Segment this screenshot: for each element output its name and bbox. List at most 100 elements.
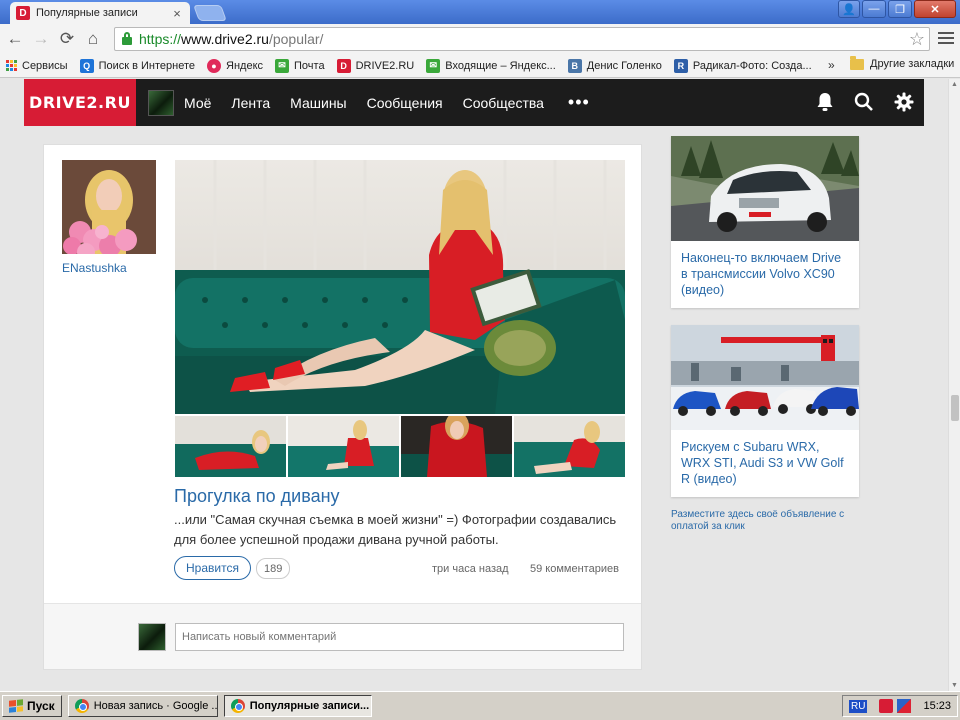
tab-title: Популярные записи — [36, 7, 138, 19]
drive2-favicon: D — [16, 6, 30, 20]
tab-close-icon[interactable]: × — [170, 6, 184, 21]
post-thumbnails — [175, 416, 625, 477]
author-avatar[interactable] — [62, 160, 156, 254]
bookmark-yandex[interactable]: ● Яндекс — [207, 58, 264, 73]
post-timestamp: три часа назад — [432, 563, 509, 575]
bookmarks-more-button[interactable]: » — [828, 58, 835, 72]
bookmark-label: DRIVE2.RU — [355, 59, 415, 72]
avatar — [138, 623, 166, 651]
photo-thumbnail[interactable] — [288, 416, 399, 477]
post-card: ENastushka Прогулка по дивану ...или "Са… — [43, 144, 642, 670]
photo-thumbnail[interactable] — [175, 416, 286, 477]
close-window-button[interactable]: ✕ — [914, 0, 956, 18]
nav-more-button[interactable]: ••• — [568, 92, 590, 113]
search-icon[interactable] — [854, 92, 874, 112]
bookmark-label: Яндекс — [226, 59, 264, 72]
search-icon: Q — [79, 58, 94, 73]
bookmarks-bar: Сервисы Q Поиск в Интернете ● Яндекс ✉ П… — [0, 54, 960, 78]
tab-active[interactable]: D Популярные записи × — [10, 2, 190, 24]
other-bookmarks-label: Другие закладки — [870, 58, 955, 70]
ad-image[interactable] — [671, 136, 859, 241]
nav-item-cars[interactable]: Машины — [290, 95, 346, 111]
scroll-up-arrow-icon[interactable]: ▲ — [951, 81, 958, 88]
comments-link[interactable]: 59 комментариев — [530, 563, 619, 575]
new-tab-button[interactable] — [193, 5, 227, 21]
post-title[interactable]: Прогулка по дивану — [174, 486, 340, 507]
bookmark-label: Поиск в Интернете — [98, 59, 196, 72]
other-bookmarks-folder[interactable]: Другие закладки — [850, 55, 955, 70]
address-bar[interactable]: https://www.drive2.ru/popular/ ☆ — [114, 27, 930, 51]
chrome-menu-icon[interactable] — [938, 28, 954, 48]
taskbar-item-active[interactable]: Популярные записи... — [223, 695, 372, 717]
bookmark-vk[interactable]: B Денис Голенко — [567, 58, 662, 73]
scrollbar-thumb[interactable] — [951, 395, 959, 421]
bookmark-star-icon[interactable]: ☆ — [909, 28, 925, 50]
home-button[interactable]: ⌂ — [80, 26, 106, 52]
chrome-icon — [230, 699, 245, 713]
browser-tab-strip: D Популярные записи × 👤 — ❐ ✕ — [0, 0, 960, 24]
taskbar-item[interactable]: Новая запись · Google ... — [67, 695, 218, 717]
antivirus-icon[interactable] — [879, 699, 894, 713]
nav-item-mine[interactable]: Моё — [184, 95, 211, 111]
bookmark-apps[interactable]: Сервисы — [6, 60, 68, 72]
advertise-link[interactable]: Разместите здесь своё объявление с оплат… — [671, 509, 861, 533]
taskbar-item-label: Новая запись · Google ... — [93, 700, 218, 712]
minimize-button[interactable]: — — [862, 0, 886, 18]
mail-icon: ✉ — [426, 58, 441, 73]
photo-thumbnail[interactable] — [401, 416, 512, 477]
sidebar-ad-card[interactable]: Наконец-то включаем Drive в трансмиссии … — [671, 136, 859, 308]
nav-item-communities[interactable]: Сообщества — [463, 95, 544, 111]
ad-headline[interactable]: Наконец-то включаем Drive в трансмиссии … — [671, 241, 859, 298]
bookmark-label: Радикал-Фото: Созда... — [692, 59, 812, 72]
start-button[interactable]: Пуск — [2, 695, 62, 717]
windows-taskbar: Пуск Новая запись · Google ... Популярны… — [0, 691, 960, 720]
ad-image[interactable] — [671, 325, 859, 430]
gear-icon[interactable] — [894, 92, 914, 112]
bell-icon[interactable] — [816, 92, 834, 112]
url-text: https://www.drive2.ru/popular/ — [139, 31, 324, 47]
bookmark-inbox[interactable]: ✉ Входящие – Яндекс... — [426, 58, 556, 73]
restore-button[interactable]: ❐ — [888, 0, 912, 18]
bookmark-radikal[interactable]: R Радикал-Фото: Созда... — [673, 58, 812, 73]
bookmark-drive2[interactable]: D DRIVE2.RU — [336, 58, 415, 73]
window-controls: 👤 — ❐ ✕ — [838, 0, 956, 18]
vk-icon: B — [567, 58, 582, 73]
site-logo[interactable]: DRIVE2.RU — [24, 79, 136, 126]
bookmark-search[interactable]: Q Поиск в Интернете — [79, 58, 196, 73]
language-indicator[interactable]: RU — [849, 699, 868, 713]
reload-button[interactable]: ⟳ — [54, 26, 80, 52]
post-excerpt: ...или "Самая скучная съемка в моей жизн… — [174, 512, 617, 547]
bookmark-label: Денис Голенко — [586, 59, 662, 72]
lock-icon — [121, 32, 133, 46]
nav-item-messages[interactable]: Сообщения — [367, 95, 443, 111]
bookmark-mail[interactable]: ✉ Почта — [275, 58, 325, 73]
post-main-photo[interactable] — [175, 160, 625, 414]
ad-headline[interactable]: Рискуем с Subaru WRX, WRX STI, Audi S3 и… — [671, 430, 859, 487]
comment-form — [44, 604, 641, 669]
author-name[interactable]: ENastushka — [62, 261, 127, 275]
site-header: DRIVE2.RU Моё Лента Машины Сообщения Соо… — [24, 79, 924, 126]
like-count-badge: 189 — [256, 558, 291, 579]
user-car-avatar[interactable] — [148, 89, 174, 116]
bookmark-label: Почта — [294, 59, 325, 72]
like-button[interactable]: Нравится — [174, 556, 251, 580]
back-button[interactable]: ← — [2, 26, 28, 52]
bookmark-label: Входящие – Яндекс... — [445, 59, 556, 72]
yandex-icon: ● — [207, 58, 222, 73]
header-actions — [816, 92, 914, 112]
forward-button[interactable]: → — [28, 26, 54, 52]
apps-icon — [6, 60, 17, 71]
page-scrollbar[interactable]: ▲ ▼ — [948, 79, 960, 691]
scroll-down-arrow-icon[interactable]: ▼ — [951, 682, 958, 689]
network-icon[interactable] — [897, 699, 912, 713]
clock: 15:23 — [923, 700, 951, 712]
user-icon[interactable]: 👤 — [838, 0, 860, 18]
mail-icon: ✉ — [275, 58, 290, 73]
sidebar-ad-card[interactable]: Рискуем с Subaru WRX, WRX STI, Audi S3 и… — [671, 325, 859, 497]
nav-item-feed[interactable]: Лента — [231, 95, 270, 111]
photo-thumbnail[interactable] — [514, 416, 625, 477]
browser-toolbar: ← → ⟳ ⌂ https://www.drive2.ru/popular/ ☆ — [0, 24, 960, 54]
chrome-icon — [74, 699, 89, 713]
bookmark-label: Сервисы — [22, 59, 68, 72]
comment-input[interactable] — [175, 623, 624, 651]
